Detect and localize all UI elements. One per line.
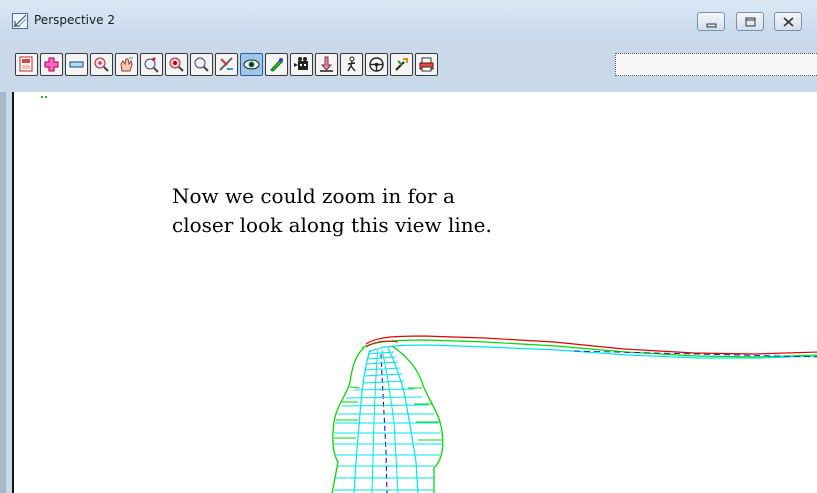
window-title: Perspective 2 [34, 13, 115, 27]
perspective-window: Perspective 2 Now we could zoom in for a… [0, 0, 817, 493]
title-bar[interactable]: Perspective 2 [0, 0, 817, 40]
print-button[interactable] [415, 53, 438, 76]
plot-icon [19, 56, 33, 72]
drive-button[interactable] [365, 53, 388, 76]
zoom-search-button[interactable] [190, 53, 213, 76]
view-mode-icon [219, 57, 233, 71]
plot-button[interactable] [15, 53, 38, 76]
zoom-center-icon [169, 57, 184, 72]
perspective-app-icon [12, 13, 28, 29]
maximize-icon [745, 17, 756, 27]
minimize-button[interactable] [697, 12, 725, 31]
zoom-out-minus-button[interactable] [65, 53, 88, 76]
close-button[interactable] [774, 12, 802, 31]
toolbar-info-field[interactable] [615, 53, 817, 76]
paint-icon [270, 58, 283, 72]
tools-icon [395, 58, 408, 71]
paint-button[interactable] [265, 53, 288, 76]
maximize-button[interactable] [736, 12, 764, 31]
walk-button[interactable] [340, 53, 363, 76]
zoom-window-button[interactable] [90, 53, 113, 76]
pan-hand-button[interactable] [115, 53, 138, 76]
zoom-search-icon [194, 57, 209, 72]
zoom-point-icon [144, 57, 159, 73]
move-icon [320, 56, 333, 72]
zoom-center-button[interactable] [165, 53, 188, 76]
eye-view-icon [243, 59, 260, 70]
view-mode-button[interactable] [215, 53, 238, 76]
camera-button[interactable] [290, 53, 313, 76]
close-icon [783, 17, 794, 27]
minimize-icon [706, 23, 717, 28]
view-toolbar [0, 40, 817, 92]
drive-icon [369, 57, 384, 72]
left-scroll-edge[interactable] [0, 92, 6, 493]
print-icon [419, 57, 434, 72]
eye-view-button[interactable] [240, 53, 263, 76]
zoom-in-plus-button[interactable] [40, 53, 63, 76]
zoom-window-icon [94, 57, 109, 72]
walk-icon [347, 56, 356, 72]
zoom-point-button[interactable] [140, 53, 163, 76]
camera-icon [294, 57, 308, 70]
pan-hand-icon [120, 57, 133, 72]
zoom-in-plus-icon [44, 57, 59, 72]
perspective-viewport[interactable]: Now we could zoom in for a closer look a… [12, 92, 817, 493]
tools-button[interactable] [390, 53, 413, 76]
move-button[interactable] [315, 53, 338, 76]
zoom-out-minus-icon [69, 61, 84, 68]
road-wireframe [331, 335, 817, 493]
